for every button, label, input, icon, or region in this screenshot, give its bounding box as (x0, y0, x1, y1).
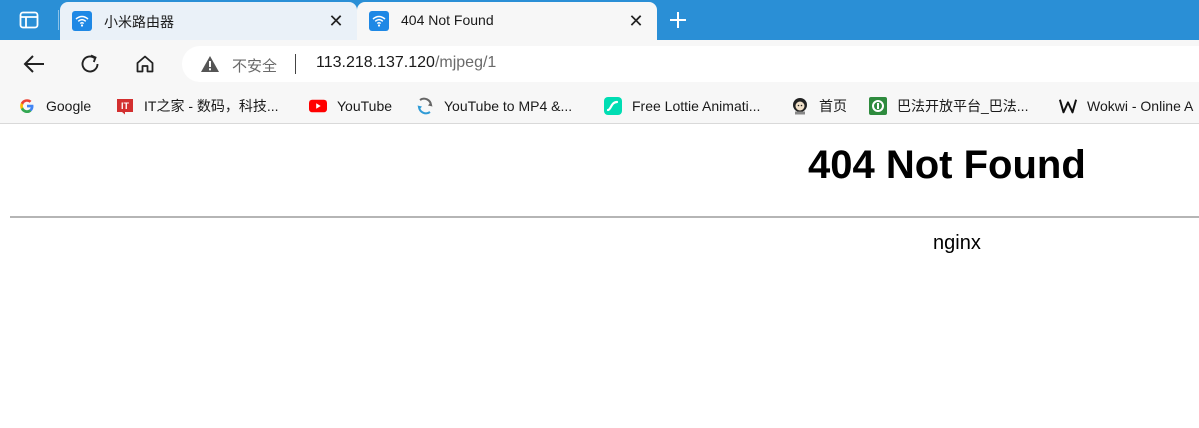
avatar-icon (791, 97, 809, 115)
close-tab-icon[interactable]: ✕ (627, 12, 645, 30)
url-text[interactable]: 113.218.137.120/mjpeg/1 (316, 54, 496, 72)
bookmarks-bar: Google IT IT之家 - 数码，科技... YouTube YouTub… (0, 88, 1199, 124)
reload-icon (81, 54, 99, 73)
bookmark-free-lottie[interactable]: Free Lottie Animati... (604, 94, 760, 118)
security-status-label[interactable]: 不安全 (232, 55, 277, 76)
bookmark-bafa[interactable]: 巴法开放平台_巴法... (869, 94, 1028, 118)
home-button[interactable] (131, 50, 159, 78)
bookmark-label: IT之家 - 数码，科技... (144, 98, 279, 114)
bookmark-youtube-to-mp4[interactable]: YouTube to MP4 &... (416, 94, 572, 118)
tab-strip: 小米路由器 ✕ 404 Not Found ✕ (0, 0, 1199, 40)
url-host: 113.218.137.120 (316, 54, 435, 71)
tab-actions-button[interactable] (12, 8, 46, 32)
address-bar[interactable]: 不安全 113.218.137.120/mjpeg/1 (182, 46, 1199, 82)
browser-window: 小米路由器 ✕ 404 Not Found ✕ 不安全 113.218.137.… (0, 0, 1199, 428)
converter-icon (416, 97, 434, 115)
youtube-icon (309, 97, 327, 115)
bookmark-home-page[interactable]: 首页 (791, 94, 847, 118)
tab-404-not-found[interactable]: 404 Not Found ✕ (357, 2, 657, 40)
arrow-left-icon (23, 55, 44, 73)
home-icon (136, 55, 154, 73)
warning-icon[interactable] (200, 55, 220, 73)
bookmark-label: YouTube (337, 98, 393, 114)
tab-title: 小米路由器 (104, 14, 174, 30)
new-tab-button[interactable] (664, 6, 692, 34)
error-heading: 404 Not Found (808, 143, 1086, 187)
back-button[interactable] (20, 50, 48, 78)
close-tab-icon[interactable]: ✕ (327, 12, 345, 30)
address-divider (295, 54, 296, 74)
bookmark-ithome[interactable]: IT IT之家 - 数码，科技... (116, 94, 279, 118)
bookmark-google[interactable]: Google (18, 94, 91, 118)
tab-xiaomi-router[interactable]: 小米路由器 ✕ (60, 2, 357, 40)
navigation-toolbar: 不安全 113.218.137.120/mjpeg/1 (0, 40, 1199, 88)
wifi-icon (72, 11, 92, 31)
url-path: /mjpeg/1 (434, 54, 497, 71)
reload-button[interactable] (76, 50, 104, 78)
bookmark-label: Free Lottie Animati... (632, 98, 761, 114)
bookmark-label: 首页 (819, 98, 847, 114)
plus-icon (670, 12, 686, 28)
bookmark-wokwi[interactable]: Wokwi - Online A (1059, 94, 1193, 118)
bookmark-label: Google (46, 98, 92, 114)
lottie-icon (604, 97, 622, 115)
bookmark-label: 巴法开放平台_巴法... (897, 98, 1029, 114)
ithome-icon: IT (116, 97, 134, 115)
horizontal-rule (10, 216, 1199, 218)
bookmark-youtube[interactable]: YouTube (309, 94, 392, 118)
server-signature: nginx (933, 232, 981, 254)
tab-title: 404 Not Found (401, 12, 494, 28)
wokwi-icon (1059, 97, 1077, 115)
svg-text:IT: IT (121, 101, 130, 111)
bafa-icon (869, 97, 887, 115)
wifi-icon (369, 11, 389, 31)
tab-separator (58, 10, 59, 30)
bookmark-label: YouTube to MP4 &... (444, 98, 573, 114)
google-icon (18, 97, 36, 115)
tab-actions-icon (19, 11, 39, 29)
bookmark-label: Wokwi - Online A (1087, 98, 1194, 114)
page-content: 404 Not Found nginx (0, 125, 1199, 428)
